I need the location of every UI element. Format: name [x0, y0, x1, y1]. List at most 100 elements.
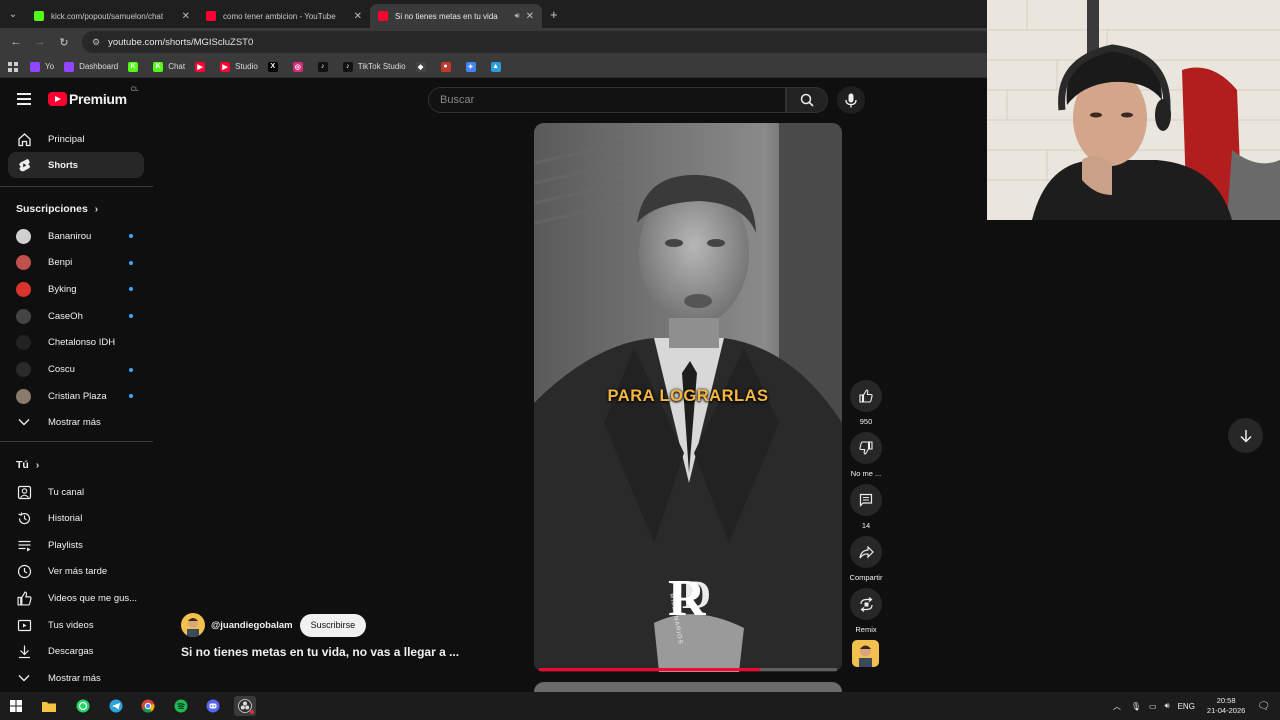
windows-taskbar: ︿ 🎙︎ ▭ 🔊︎ ENG 20:58 21-04-2026 🗨︎	[0, 692, 1280, 720]
sidebar-item-you[interactable]: Videos que me gus...	[8, 585, 144, 611]
sidebar-item-you[interactable]: Tu canal	[8, 479, 144, 505]
svg-text:D: D	[682, 572, 711, 617]
subscription-item[interactable]: Bananirou	[8, 223, 144, 249]
browser-tab[interactable]: kick.com/popout/samuelon/chat ✕	[26, 4, 198, 28]
new-tab-icon[interactable]: +	[550, 7, 558, 22]
bookmark-item[interactable]: Yo	[30, 61, 54, 72]
bookmark-item[interactable]: ♪ TikTok Studio	[342, 61, 406, 72]
next-short-button[interactable]	[1228, 418, 1263, 453]
windows-start-icon[interactable]	[5, 696, 27, 716]
subscription-item[interactable]: Cristian Plaza	[8, 383, 144, 409]
chrome-icon[interactable]	[137, 696, 159, 716]
like-button[interactable]	[850, 380, 882, 412]
notifications-icon[interactable]: 🗨︎	[1257, 701, 1270, 712]
whatsapp-icon[interactable]	[72, 696, 94, 716]
progress-fill	[539, 668, 760, 671]
sidebar-item-you[interactable]: Historial	[8, 506, 144, 532]
bookmark-item[interactable]: X	[267, 61, 283, 72]
forward-icon[interactable]: →	[28, 36, 52, 48]
subscription-label: Chetalonso IDH	[48, 337, 116, 349]
youtube-logo-icon	[48, 92, 67, 106]
video-caption: PARA LOGRARLAS	[607, 387, 769, 405]
sidebar-item-label: Historial	[48, 513, 83, 525]
sidebar-item-you[interactable]: Playlists	[8, 532, 144, 558]
chevron-right-icon: ›	[35, 459, 40, 471]
subscription-item[interactable]: CaseOh	[8, 303, 144, 329]
apps-grid-icon[interactable]	[8, 61, 18, 72]
you-header[interactable]: Tú ›	[16, 459, 39, 471]
obs-icon[interactable]	[234, 696, 256, 716]
subscription-label: Benpi	[48, 257, 73, 269]
menu-icon[interactable]	[17, 93, 31, 105]
short-video-player[interactable]: PARA LOGRARLAS R D MILLONARIOS	[534, 123, 842, 672]
voice-search-button[interactable]	[837, 86, 865, 114]
network-icon[interactable]: ▭	[1149, 702, 1157, 711]
reload-icon[interactable]: ↻	[52, 36, 76, 49]
subscription-item[interactable]: Benpi	[8, 250, 144, 276]
spotify-icon[interactable]	[170, 696, 192, 716]
remix-button[interactable]	[850, 588, 882, 620]
sidebar-item-shorts[interactable]: Shorts	[8, 152, 144, 178]
bookmark-item[interactable]: ▶	[195, 61, 210, 72]
bookmark-item[interactable]: ●	[440, 61, 456, 72]
comments-button[interactable]	[850, 484, 882, 516]
new-content-dot	[129, 234, 133, 238]
tab-search-icon[interactable]: ⌄	[0, 0, 26, 28]
language-indicator[interactable]: ENG	[1178, 702, 1195, 711]
discord-icon[interactable]	[202, 696, 224, 716]
search-button[interactable]	[786, 87, 828, 113]
youtube-studio-icon: ▶	[220, 61, 231, 72]
file-explorer-icon[interactable]	[38, 696, 60, 716]
next-short-preview[interactable]	[534, 682, 842, 692]
subscription-item[interactable]: Byking	[8, 276, 144, 302]
channel-row: @juandiegobalam Suscribirse	[181, 613, 367, 637]
close-icon[interactable]: ✕	[182, 11, 190, 22]
dislike-button[interactable]	[850, 432, 882, 464]
search-input[interactable]	[440, 94, 785, 106]
subscribe-button[interactable]: Suscribirse	[299, 613, 367, 637]
show-hidden-icons[interactable]: ︿	[1113, 701, 1121, 712]
bookmark-item[interactable]: ◎	[292, 61, 308, 72]
playlist-icon	[16, 537, 32, 553]
video-progress-bar[interactable]	[539, 668, 837, 671]
share-button[interactable]	[850, 536, 882, 568]
microphone-icon[interactable]: 🎙︎	[1131, 702, 1141, 711]
bookmark-item[interactable]: ✦	[465, 61, 481, 72]
volume-icon[interactable]: 🔊︎	[1165, 701, 1170, 711]
channel-avatar[interactable]	[181, 613, 205, 637]
browser-tab[interactable]: como tener ambicion - YouTube ✕	[198, 4, 370, 28]
search-box[interactable]	[428, 87, 786, 113]
sidebar-item-you[interactable]: Mostrar más	[8, 665, 144, 691]
bookmark-item[interactable]: ▲	[490, 61, 506, 72]
close-icon[interactable]: ✕	[526, 11, 534, 22]
bookmark-item[interactable]: K	[128, 61, 143, 72]
show-more-subscriptions[interactable]: Mostrar más	[8, 409, 144, 435]
channel-name[interactable]: @juandiegobalam	[211, 620, 293, 631]
clock[interactable]: 20:58 21-04-2026	[1207, 696, 1245, 716]
bookmark-item[interactable]: K Chat	[153, 61, 185, 72]
new-content-dot	[129, 394, 133, 399]
back-icon[interactable]: ←	[4, 36, 28, 48]
subscriptions-header[interactable]: Suscripciones ›	[16, 203, 98, 215]
close-icon[interactable]: ✕	[354, 11, 362, 22]
bookmark-item[interactable]: ♪	[317, 61, 333, 72]
telegram-icon[interactable]	[105, 696, 127, 716]
speaker-icon[interactable]: 🔊︎	[515, 11, 520, 21]
address-text: youtube.com/shorts/MGIScluZST0	[108, 36, 254, 48]
short-title[interactable]: Si no tienes metas en tu vida, no vas a …	[181, 645, 459, 659]
sound-avatar[interactable]	[852, 640, 879, 667]
browser-tab-active[interactable]: Si no tienes metas en tu vida 🔊︎ ✕	[370, 4, 542, 28]
bookmark-item[interactable]: ▶ Studio	[220, 61, 258, 72]
sidebar-item-you[interactable]: Tus videos	[8, 612, 144, 638]
subscription-item[interactable]: Chetalonso IDH	[8, 330, 144, 356]
bookmark-item[interactable]: ◆	[415, 61, 431, 72]
youtube-premium-logo[interactable]: Premium CL	[48, 87, 138, 107]
sidebar-item-principal[interactable]: Principal	[8, 126, 144, 152]
sidebar-item-you[interactable]: Descargas	[8, 639, 144, 665]
address-bar[interactable]: ⚙︎ youtube.com/shorts/MGIScluZST0	[82, 31, 1022, 53]
account-icon	[16, 484, 32, 500]
bookmark-item[interactable]: Dashboard	[64, 61, 118, 72]
subscription-item[interactable]: Coscu	[8, 357, 144, 383]
sidebar-item-you[interactable]: Ver más tarde	[8, 559, 144, 585]
site-info-icon[interactable]: ⚙︎	[92, 37, 100, 48]
